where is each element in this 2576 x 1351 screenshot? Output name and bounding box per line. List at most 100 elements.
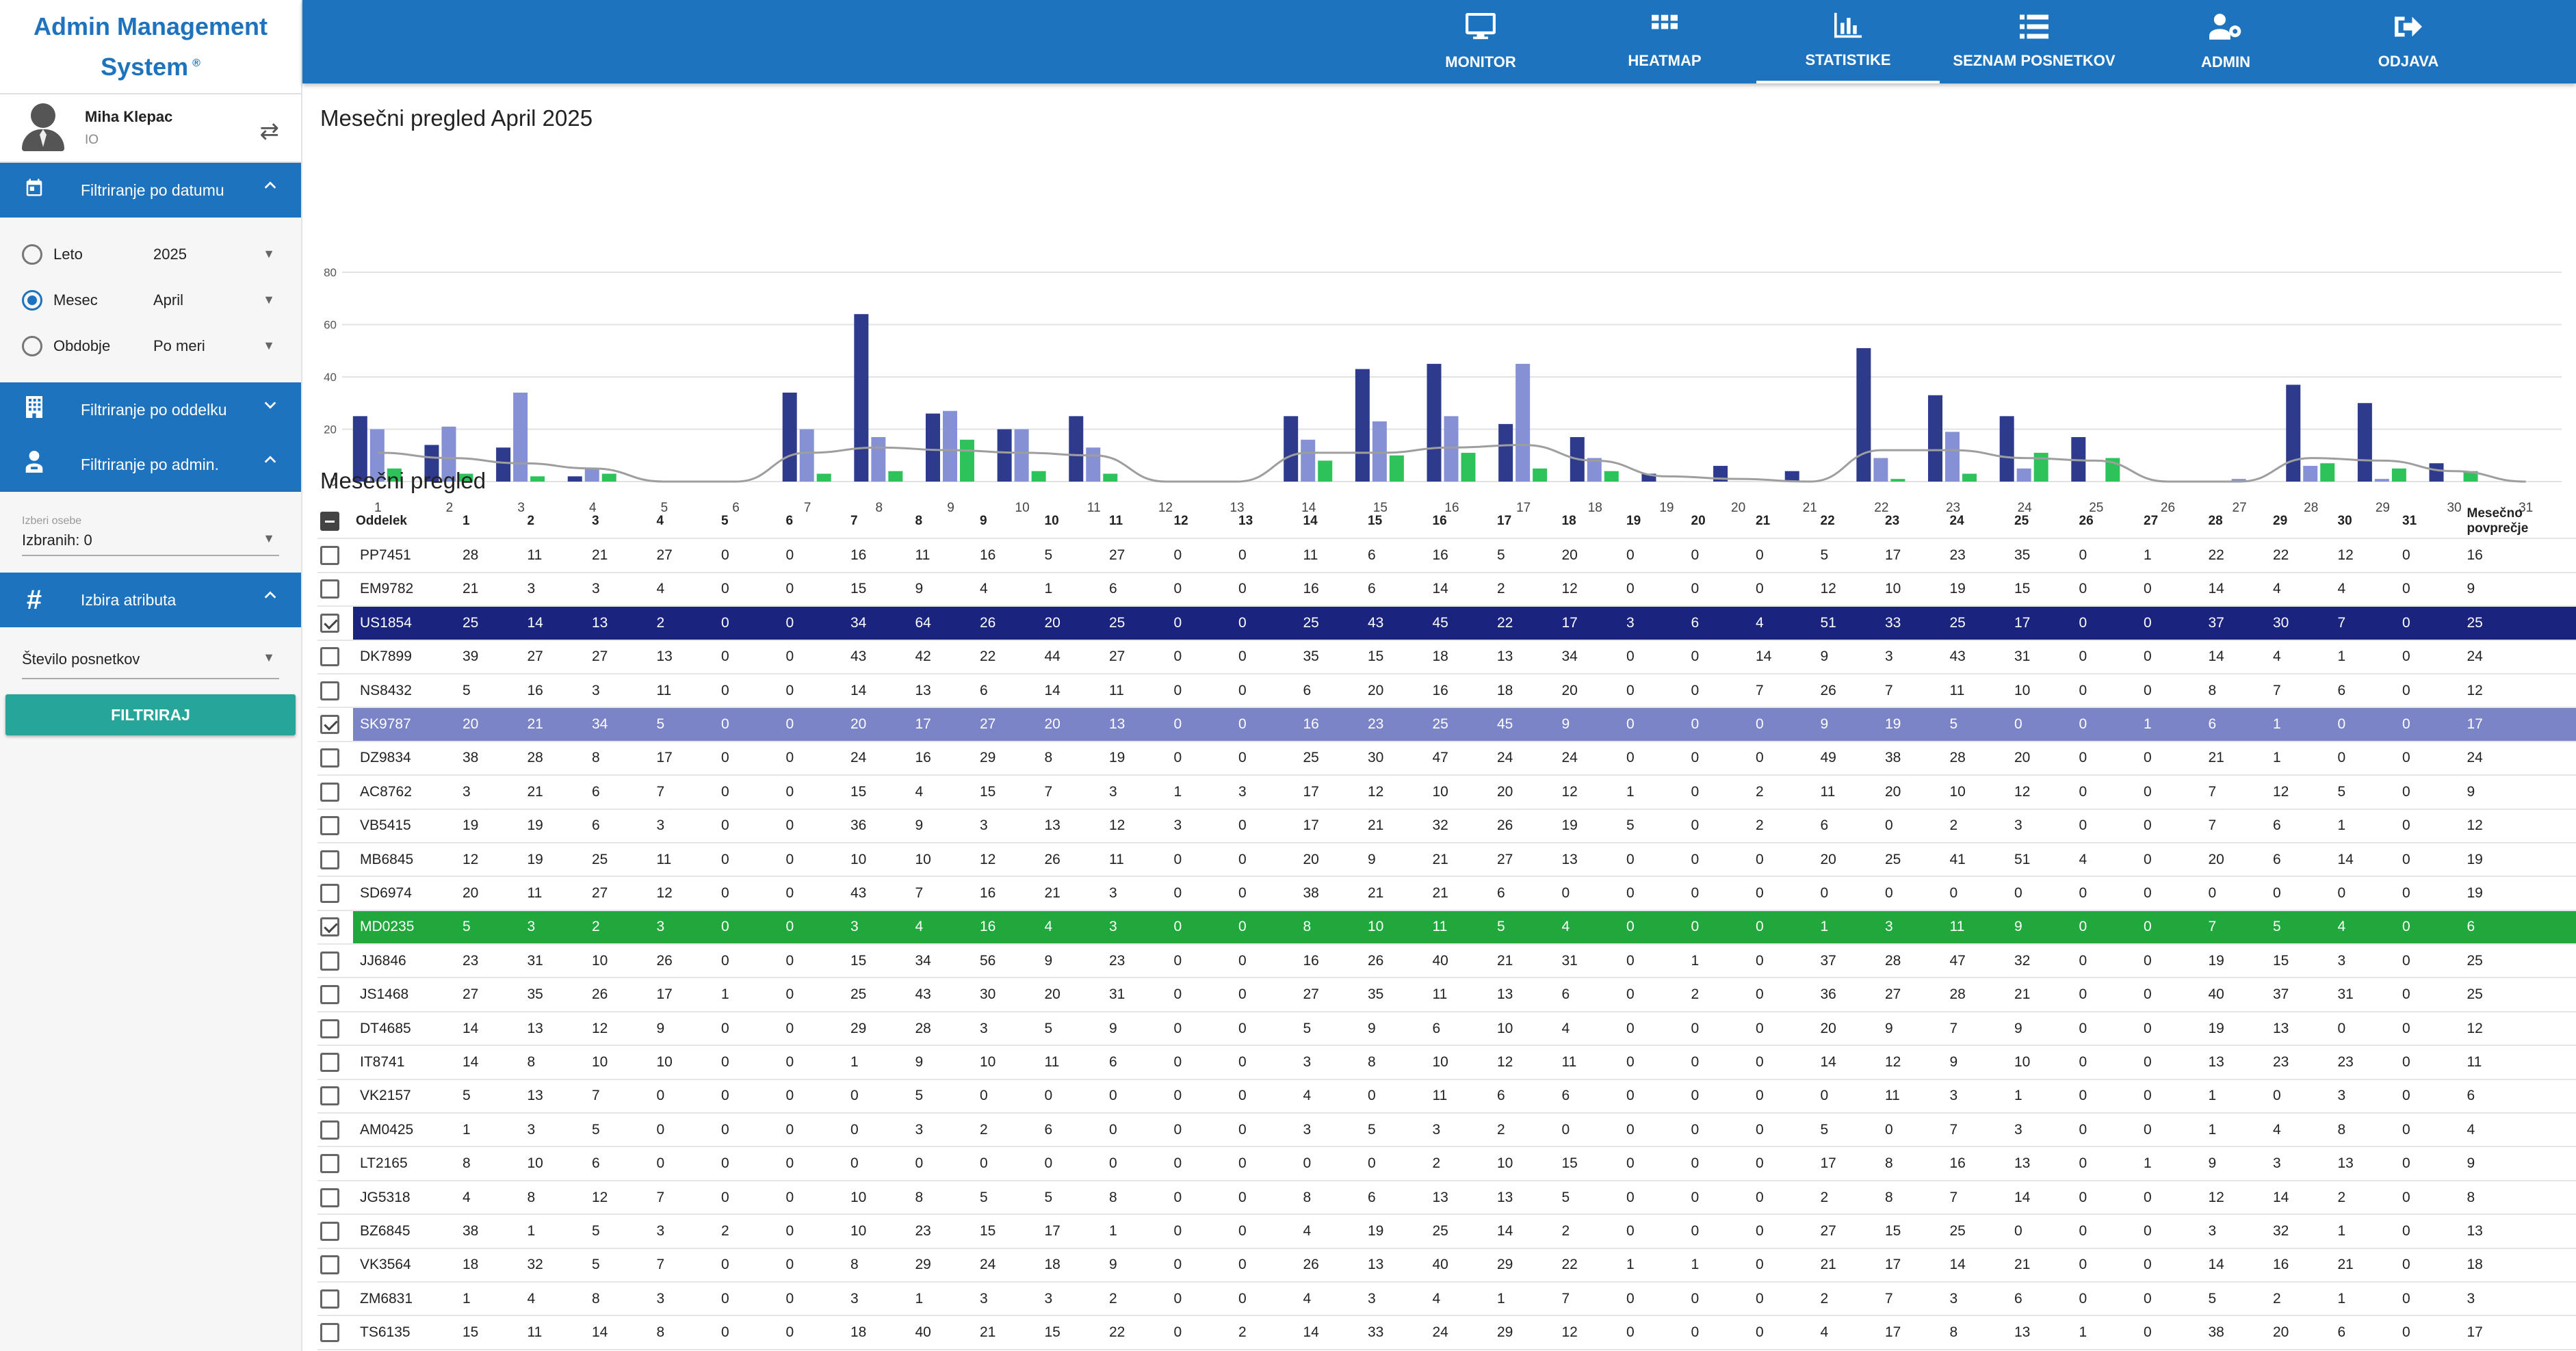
column-header[interactable]: 9 [977, 505, 1042, 540]
row-checkbox[interactable] [320, 1019, 339, 1038]
table-row[interactable]: VB5415 19 19 6 3 0 0 36 9 3 13 12 3 0 17 21 32 26 19 5 0 2 6 0 2… [317, 809, 2576, 843]
row-checkbox[interactable] [320, 1323, 339, 1343]
filter-button[interactable]: FILTRIRAJ [5, 694, 296, 735]
select-all-checkbox[interactable] [320, 512, 339, 532]
column-header[interactable]: 14 [1300, 505, 1365, 540]
row-checkbox[interactable] [320, 1289, 339, 1309]
date-option-leto[interactable]: Leto 2025 ▼ [22, 231, 279, 277]
row-checkbox[interactable] [320, 917, 339, 937]
nav-statistike[interactable]: STATISTIKE [1756, 0, 1940, 83]
row-checkbox[interactable] [320, 748, 339, 768]
column-header[interactable]: 31 [2399, 505, 2464, 540]
column-header[interactable]: 12 [1171, 505, 1236, 540]
row-checkbox[interactable] [320, 1154, 339, 1174]
select-persons-dropdown[interactable]: Izbranih: 0 ▼ [22, 527, 279, 556]
column-header[interactable]: Mesečno povprečje [2464, 505, 2576, 540]
table-row[interactable]: VK2157 5 13 7 0 0 0 0 5 0 0 0 0 0 4 0 11 6 6 0 0 0 0 11 3 1 0 0 1 0 3 0… [317, 1079, 2576, 1114]
column-header[interactable]: 5 [718, 505, 783, 540]
nav-odjava[interactable]: ODJAVA [2317, 0, 2500, 83]
row-checkbox[interactable] [320, 816, 339, 836]
row-checkbox[interactable] [320, 681, 339, 700]
table-row[interactable]: PP7451 28 11 21 27 0 0 16 11 16 5 27 0 0 11 6 16 5 20 0 0 0 5 1… [317, 538, 2576, 573]
row-checkbox[interactable] [320, 1188, 339, 1207]
row-checkbox[interactable] [320, 951, 339, 971]
row-checkbox[interactable] [320, 782, 339, 802]
table-row[interactable]: DZ9834 38 28 8 17 0 0 24 16 29 8 19 0 0 25 30 47 24 24 0 0 0 4… [317, 741, 2576, 776]
radio-button[interactable] [22, 244, 42, 265]
table-row[interactable]: US1854 25 14 13 2 0 0 34 64 26 20 25 0 0 25 43 45 22 17 3 6 4… [317, 606, 2576, 641]
table-row[interactable]: EM9782 21 3 3 4 0 0 15 9 4 1 6 0 0 16 6 14 2 12 0 0 0 12 10 19 15… [317, 572, 2576, 607]
column-header[interactable]: 18 [1559, 505, 1624, 540]
row-checkbox[interactable] [320, 613, 339, 633]
column-header[interactable]: 11 [1106, 505, 1171, 540]
date-option-mesec[interactable]: Mesec April ▼ [22, 277, 279, 323]
table-row[interactable]: MD0235 5 3 2 3 0 0 3 4 16 4 3 0 0 8 10 11 5 4 0 0 0 1 3 11 9 0 0 7 5 4… [317, 910, 2576, 945]
nav-admin[interactable]: ADMIN [2134, 0, 2317, 83]
table-row[interactable]: JG5318 4 8 12 7 0 0 10 8 5 5 8 0 0 8 6 13 13 5 0 0 0 2 8 7 14 0 0 12… [317, 1180, 2576, 1216]
row-checkbox[interactable] [320, 1120, 339, 1140]
column-header[interactable]: 28 [2205, 505, 2270, 540]
table-row[interactable]: IT8741 14 8 10 10 0 0 1 9 10 11 6 0 0 3 8 10 12 11 0 0 0 14 12 9… [317, 1045, 2576, 1080]
filter-attribute-header[interactable]: # Izbira atributa [0, 573, 301, 627]
row-checkbox[interactable] [320, 1086, 339, 1106]
row-checkbox[interactable] [320, 1052, 339, 1072]
swap-icon[interactable]: ⇄ [260, 118, 280, 145]
column-header[interactable]: 7 [848, 505, 913, 540]
column-header[interactable]: 17 [1494, 505, 1559, 540]
column-header[interactable]: 6 [783, 505, 848, 540]
column-header[interactable]: 19 [1624, 505, 1689, 540]
date-option-value[interactable]: 2025 [153, 246, 263, 263]
date-option-obdobje[interactable]: Obdobje Po meri ▼ [22, 323, 279, 369]
date-option-value[interactable]: Po meri [153, 337, 263, 355]
column-header[interactable]: 16 [1429, 505, 1494, 540]
column-header[interactable]: 2 [524, 505, 589, 540]
table-row[interactable]: BZ6845 38 1 5 3 2 0 10 23 15 17 1 0 0 4 19 25 14 2 0 0 0 27 15 2… [317, 1214, 2576, 1249]
column-header[interactable]: 29 [2270, 505, 2335, 540]
row-checkbox[interactable] [320, 1255, 339, 1275]
column-header[interactable]: 20 [1688, 505, 1753, 540]
column-header[interactable]: 26 [2076, 505, 2141, 540]
row-checkbox[interactable] [320, 647, 339, 667]
table-row[interactable]: SD6974 20 11 27 12 0 0 43 7 16 21 3 0 0 38 21 21 6 0 0 0 0 0 0 0… [317, 876, 2576, 911]
attribute-dropdown[interactable]: Število posnetkov ▼ [22, 627, 279, 679]
table-row[interactable]: DT4685 14 13 12 9 0 0 29 28 3 5 9 0 0 5 9 6 10 4 0 0 0 20 9 7 9 0 0… [317, 1011, 2576, 1047]
table-row[interactable]: JS1468 27 35 26 17 1 0 25 43 30 20 31 0 0 27 35 11 13 6 0 2 0… [317, 978, 2576, 1012]
filter-admin-header[interactable]: Filtriranje po admin. [0, 437, 301, 492]
column-header[interactable]: 22 [1817, 505, 1882, 540]
column-header[interactable]: Oddelek [353, 505, 460, 540]
column-header[interactable]: 24 [1947, 505, 2012, 540]
row-checkbox[interactable] [320, 546, 339, 566]
table-row[interactable]: VK3564 18 32 5 7 0 0 8 29 24 18 9 0 0 26 13 40 29 22 1 1 0 21 1… [317, 1248, 2576, 1283]
filter-department-header[interactable]: Filtriranje po oddelku [0, 382, 301, 437]
column-header[interactable]: 3 [589, 505, 654, 540]
column-header[interactable]: 10 [1041, 505, 1106, 540]
row-checkbox[interactable] [320, 883, 339, 903]
row-checkbox[interactable] [320, 715, 339, 735]
nav-monitor[interactable]: MONITOR [1389, 0, 1572, 83]
column-header[interactable]: 15 [1365, 505, 1430, 540]
table-row[interactable]: AM0425 1 3 5 0 0 0 0 3 2 6 0 0 0 3 5 3 2 0 0 0 0 5 0 7 3 0 0 1 4 8 0 4 [317, 1113, 2576, 1148]
row-checkbox[interactable] [320, 985, 339, 1005]
column-header[interactable]: 27 [2141, 505, 2206, 540]
table-row[interactable]: ZM6831 1 4 8 3 0 0 3 1 3 3 2 0 0 4 3 4 1 7 0 0 0 2 7 3 6 0 0 5 2 1 0 3 [317, 1281, 2576, 1317]
brand-logo[interactable]: Admin Management System ® [0, 0, 301, 94]
table-row[interactable]: TS6135 15 11 14 8 0 0 18 40 21 15 22 0 2 14 33 24 29 12 0 0 0… [317, 1315, 2576, 1350]
table-row[interactable]: DK7899 39 27 27 13 0 0 43 42 22 44 27 0 0 35 15 18 13 34 0 0… [317, 640, 2576, 674]
column-header[interactable]: 1 [460, 505, 525, 540]
column-header[interactable]: 25 [2012, 505, 2077, 540]
table-row[interactable]: AC8762 3 21 6 7 0 0 15 4 15 7 3 1 3 17 12 10 20 12 1 0 2 11 20 1… [317, 775, 2576, 810]
filter-date-header[interactable]: Filtriranje po datumu [0, 163, 301, 218]
nav-heatmap[interactable]: HEATMAP [1573, 0, 1756, 83]
column-header[interactable]: 13 [1236, 505, 1301, 540]
row-checkbox[interactable] [320, 579, 339, 599]
table-row[interactable]: JJ6846 23 31 10 26 0 0 15 34 56 9 23 0 0 16 26 40 21 31 0 1 0… [317, 944, 2576, 979]
table-row[interactable]: LT2165 8 10 6 0 0 0 0 0 0 0 0 0 0 0 0 2 10 15 0 0 0 17 8 16 13 0 1 9… [317, 1146, 2576, 1181]
row-checkbox[interactable] [320, 1221, 339, 1241]
column-header[interactable]: 30 [2334, 505, 2399, 540]
table-row[interactable]: MB6845 12 19 25 11 0 0 10 10 12 26 11 0 0 20 9 21 27 13 0 0 0… [317, 842, 2576, 878]
column-header[interactable]: 23 [1882, 505, 1947, 540]
column-header[interactable]: 4 [653, 505, 718, 540]
column-header[interactable]: 8 [912, 505, 977, 540]
radio-button[interactable] [22, 335, 42, 356]
radio-button[interactable] [22, 289, 42, 311]
